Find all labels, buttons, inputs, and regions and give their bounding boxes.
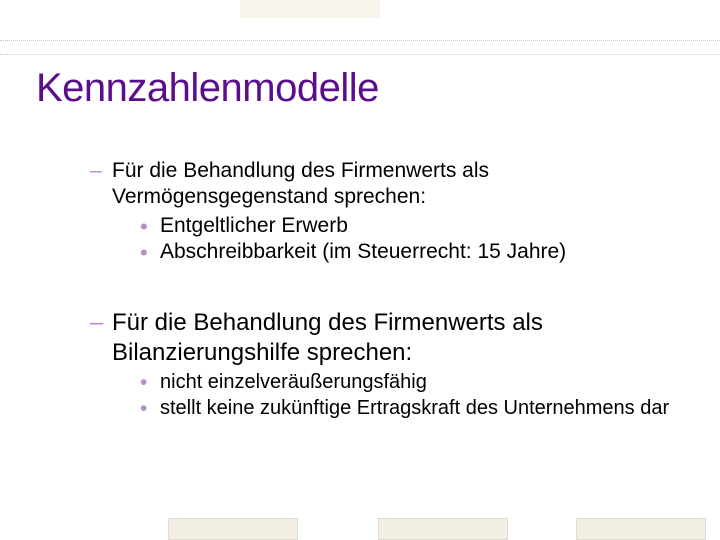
point-1-lead: Für die Behandlung des Firmenwerts als V… — [112, 159, 489, 208]
decorative-box — [576, 518, 706, 540]
decorative-top-box — [240, 0, 380, 18]
slide: Kennzahlenmodelle Für die Behandlung des… — [0, 0, 720, 540]
decorative-dots-row — [0, 40, 720, 42]
sub-bullet: nicht einzelveräußerungsfähig — [140, 370, 670, 396]
slide-title: Kennzahlenmodelle — [36, 66, 379, 111]
point-2-sublist: nicht einzelveräußerungsfähig stellt kei… — [140, 370, 670, 421]
decorative-box — [378, 518, 508, 540]
decorative-dots-row — [0, 54, 720, 56]
slide-content: Für die Behandlung des Firmenwerts als V… — [90, 158, 670, 431]
point-2: Für die Behandlung des Firmenwerts als B… — [90, 308, 670, 421]
sub-bullet: stellt keine zukünftige Ertragskraft des… — [140, 396, 670, 422]
sub-bullet: Abschreibbarkeit (im Steuerrecht: 15 Jah… — [140, 239, 670, 266]
sub-bullet: Entgeltlicher Erwerb — [140, 213, 670, 240]
point-1: Für die Behandlung des Firmenwerts als V… — [90, 158, 670, 266]
decorative-box — [168, 518, 298, 540]
decorative-bottom-boxes — [0, 514, 720, 540]
point-2-lead: Für die Behandlung des Firmenwerts als B… — [112, 309, 543, 366]
point-1-sublist: Entgeltlicher Erwerb Abschreibbarkeit (i… — [140, 213, 670, 267]
